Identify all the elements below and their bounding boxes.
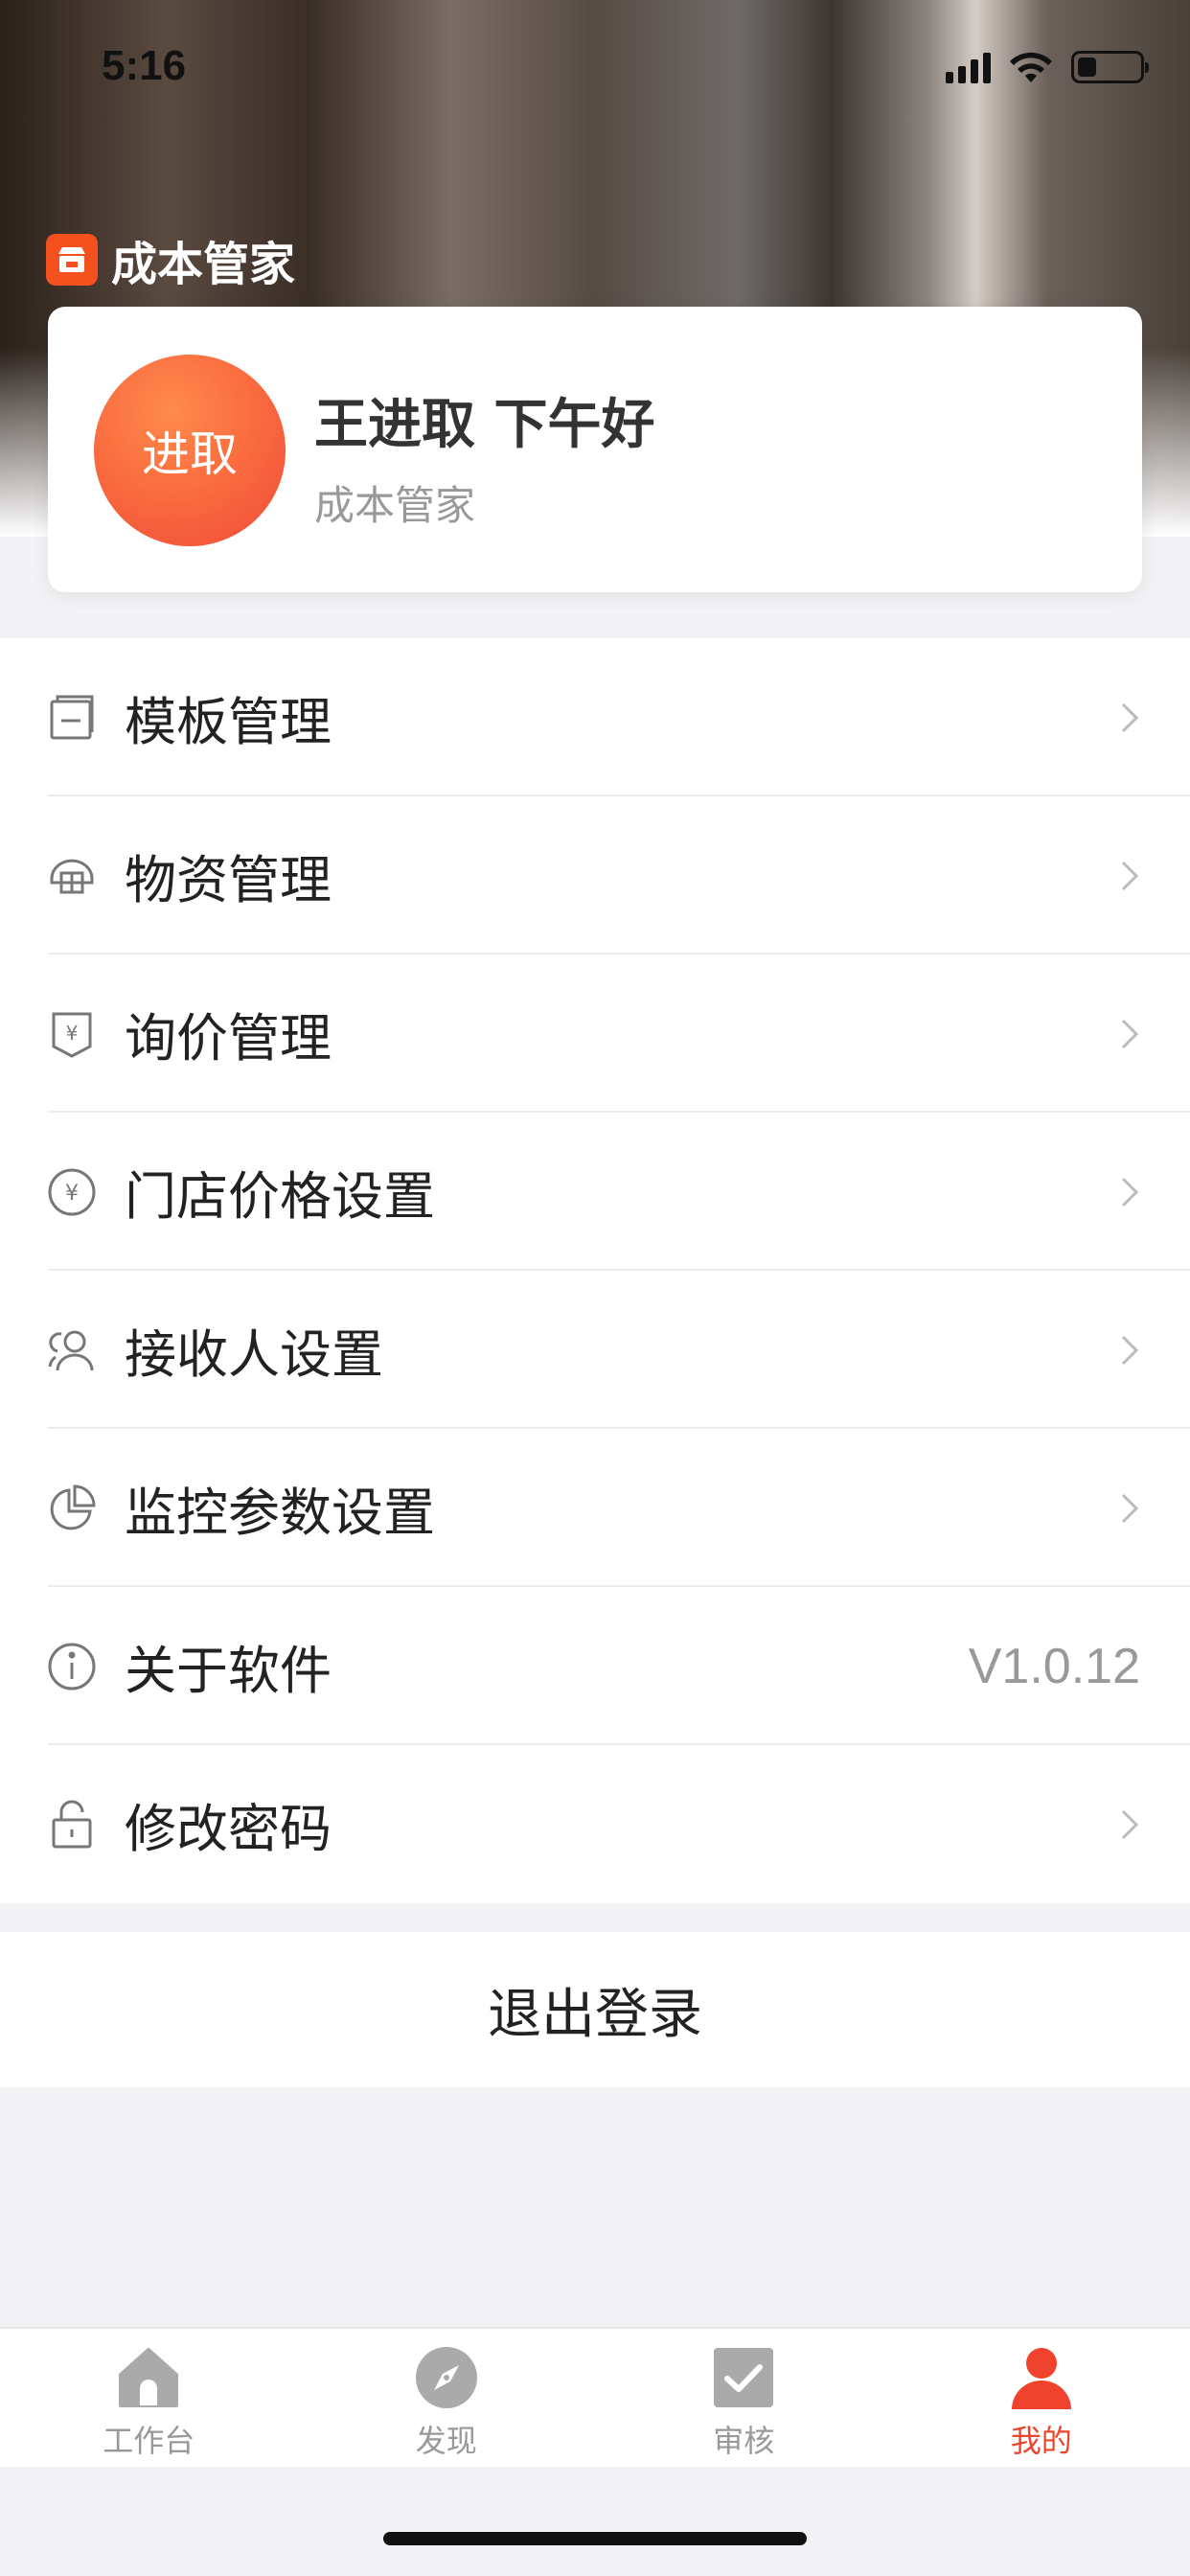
- compass-icon: [413, 2344, 480, 2411]
- tab-bar: 工作台 发现 审核 我的: [0, 2327, 1190, 2467]
- chevron-right-icon: [1121, 1809, 1139, 1839]
- menu-item-change-password[interactable]: 修改密码: [0, 1745, 1190, 1903]
- tab-label: 我的: [1010, 2423, 1072, 2459]
- menu-item-monitor[interactable]: 监控参数设置: [0, 1429, 1190, 1587]
- menu-item-label: 监控参数设置: [125, 1483, 435, 1543]
- tab-label: 审核: [713, 2423, 775, 2459]
- version-value: V1.0.12: [968, 1638, 1140, 1694]
- template-icon: [46, 692, 98, 744]
- brand-header: 成本管家: [46, 226, 295, 293]
- menu-item-label: 修改密码: [125, 1799, 332, 1859]
- chevron-right-icon: [1121, 1019, 1139, 1048]
- profile-subtitle: 成本管家: [314, 482, 476, 529]
- settings-menu: 模板管理 物资管理 ¥ 询价管理 ¥ 门店价格设置 接收人设置 监控参数设置 关…: [0, 638, 1190, 1903]
- lock-icon: [46, 1799, 98, 1851]
- tab-workbench[interactable]: 工作台: [0, 2329, 298, 2467]
- menu-item-label: 模板管理: [125, 692, 332, 752]
- status-time: 5:16: [102, 42, 187, 89]
- status-bar: 5:16: [0, 0, 1190, 134]
- chevron-right-icon: [1121, 1493, 1139, 1523]
- svg-text:¥: ¥: [66, 1022, 79, 1045]
- logout-button[interactable]: 退出登录: [0, 1932, 1190, 2087]
- brand-name: 成本管家: [111, 238, 296, 291]
- recipients-icon: [46, 1324, 98, 1376]
- battery-level: [1078, 58, 1096, 77]
- tab-label: 发现: [415, 2423, 477, 2459]
- checkbox-icon: [710, 2344, 777, 2411]
- person-icon: [1008, 2344, 1075, 2411]
- avatar[interactable]: 进取: [94, 355, 286, 546]
- monitor-icon: [46, 1483, 98, 1534]
- inquiry-icon: ¥: [46, 1008, 98, 1060]
- chevron-right-icon: [1121, 1177, 1139, 1207]
- battery-icon: [1071, 51, 1149, 83]
- greeting-text: 王进取 下午好: [314, 394, 655, 456]
- profile-card[interactable]: 进取 王进取 下午好 成本管家: [48, 307, 1142, 592]
- menu-item-label: 接收人设置: [125, 1324, 383, 1385]
- materials-icon: [46, 850, 98, 902]
- menu-item-label: 门店价格设置: [125, 1166, 435, 1227]
- store-logo-icon: [46, 234, 98, 286]
- chevron-right-icon: [1121, 861, 1139, 890]
- menu-item-label: 询价管理: [125, 1008, 332, 1069]
- chevron-right-icon: [1121, 1335, 1139, 1365]
- menu-item-about[interactable]: 关于软件 V1.0.12: [0, 1587, 1190, 1745]
- info-icon: [46, 1641, 98, 1692]
- menu-item-materials[interactable]: 物资管理: [0, 796, 1190, 954]
- cellular-signal-icon: [946, 51, 991, 83]
- menu-item-inquiry[interactable]: ¥ 询价管理: [0, 954, 1190, 1113]
- menu-item-label: 关于软件: [125, 1641, 332, 1701]
- tab-mine[interactable]: 我的: [893, 2329, 1190, 2467]
- home-indicator[interactable]: [383, 2532, 807, 2545]
- tab-discover[interactable]: 发现: [298, 2329, 596, 2467]
- menu-item-store-price[interactable]: ¥ 门店价格设置: [0, 1113, 1190, 1271]
- store-price-icon: ¥: [46, 1166, 98, 1218]
- wifi-icon: [1010, 52, 1052, 82]
- tab-label: 工作台: [103, 2423, 195, 2459]
- tab-review[interactable]: 审核: [595, 2329, 893, 2467]
- menu-item-template[interactable]: 模板管理: [0, 638, 1190, 796]
- home-icon: [115, 2344, 182, 2411]
- svg-text:¥: ¥: [65, 1182, 79, 1206]
- status-icons: [946, 50, 1149, 84]
- chevron-right-icon: [1121, 702, 1139, 732]
- menu-item-label: 物资管理: [125, 850, 332, 910]
- menu-item-recipients[interactable]: 接收人设置: [0, 1271, 1190, 1429]
